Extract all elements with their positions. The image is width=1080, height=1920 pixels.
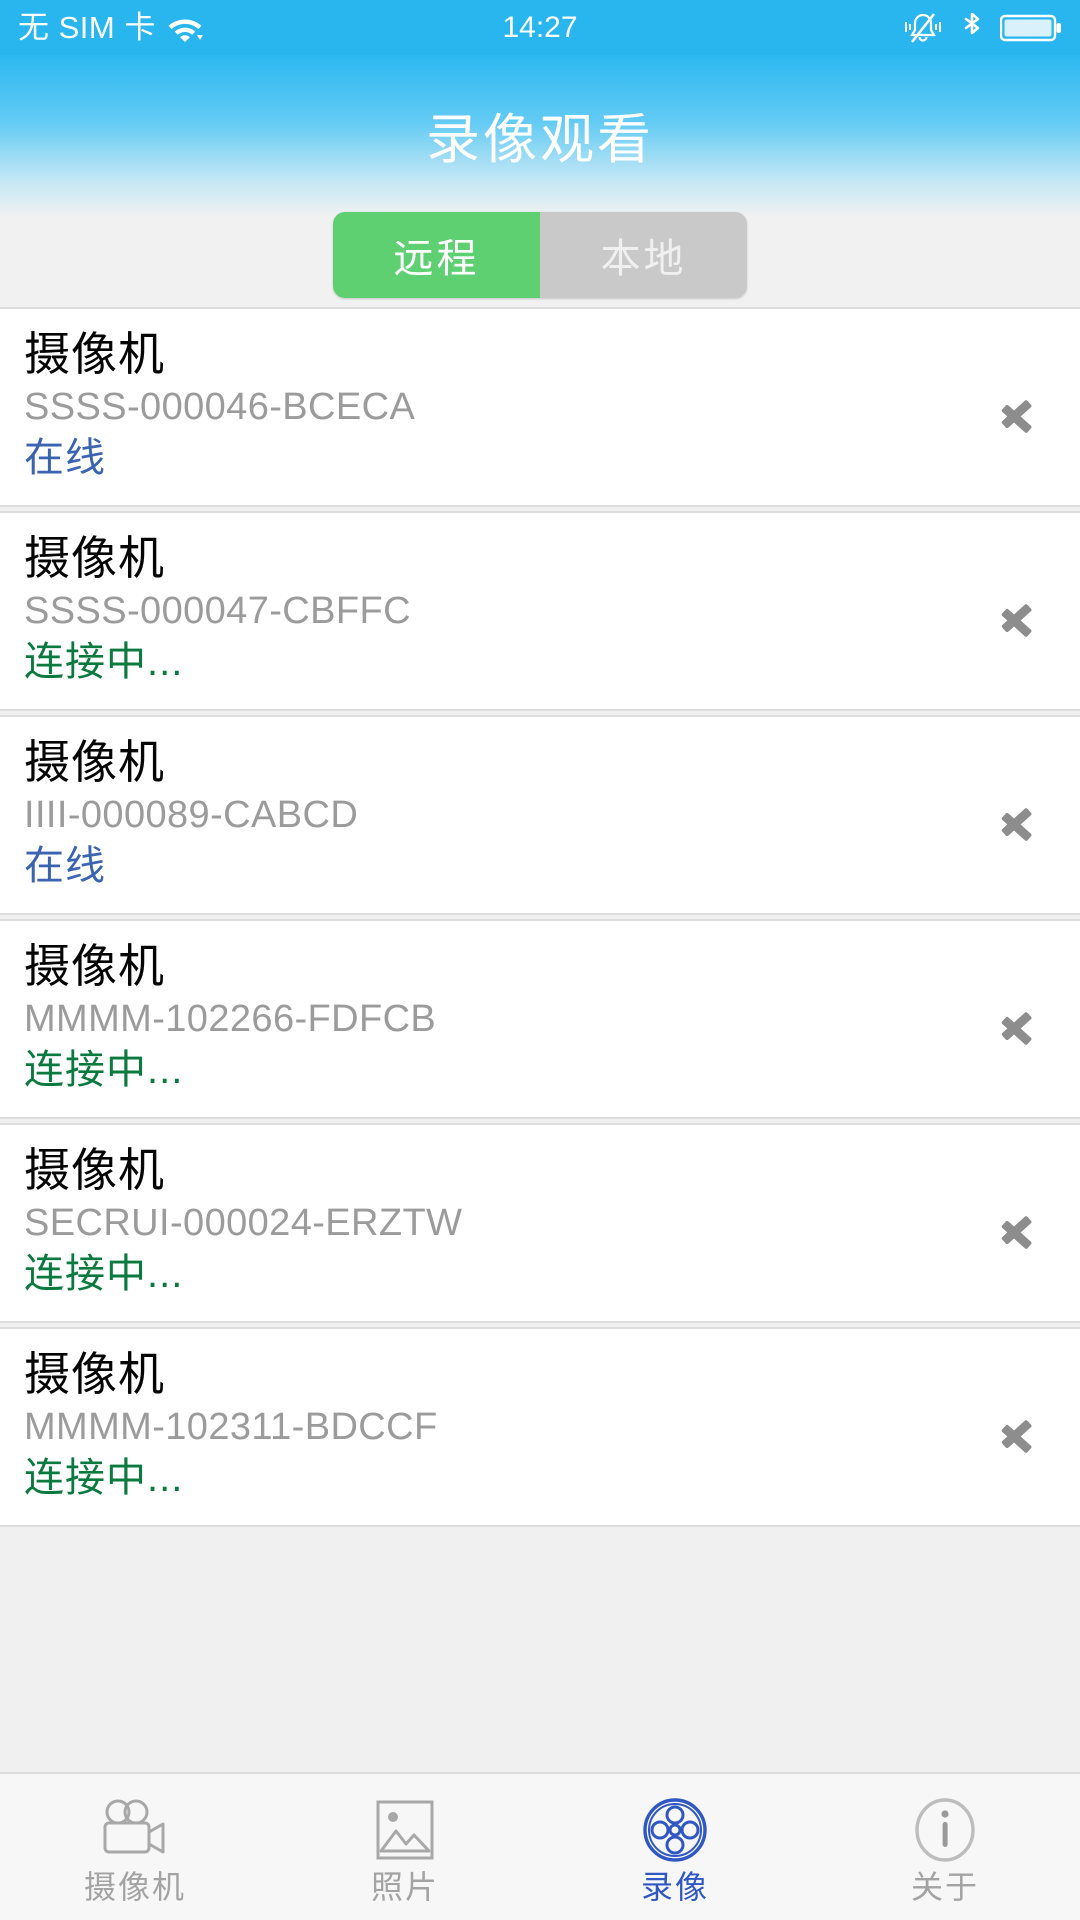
camera-name: 摄像机 [24, 940, 165, 992]
camera-name: 摄像机 [24, 1144, 165, 1196]
segment-remote[interactable]: 远程 [333, 212, 540, 298]
camera-id: IIII-000089-CABCD [24, 794, 359, 837]
chevron-right-icon[interactable] [996, 387, 1042, 445]
film-reel-icon [642, 1797, 708, 1863]
app-header: 录像观看 [0, 55, 1080, 215]
camera-status-badge: 连接中... [24, 1251, 184, 1296]
battery-full-icon [1000, 13, 1062, 43]
wifi-icon [166, 13, 204, 43]
camera-list-item[interactable]: 摄像机 SECRUI-000024-ERZTW 连接中... [0, 1123, 1080, 1323]
camera-status-badge: 连接中... [24, 639, 184, 684]
camera-status-badge: 在线 [24, 435, 106, 480]
tab-label: 录像 [640, 1869, 709, 1905]
tab-recordings[interactable]: 录像 [540, 1774, 810, 1920]
camera-name: 摄像机 [24, 328, 165, 380]
camera-info: 摄像机 MMMM-102311-BDCCF 连接中... [24, 1347, 996, 1503]
chevron-right-icon[interactable] [996, 1407, 1042, 1465]
status-bar: 无 SIM 卡 14:27 [0, 0, 1080, 55]
camera-list-item[interactable]: 摄像机 IIII-000089-CABCD 在线 [0, 715, 1080, 915]
camera-status-badge: 连接中... [24, 1047, 184, 1092]
vibrate-mute-icon [902, 11, 944, 45]
camera-status-badge: 在线 [24, 843, 106, 888]
bottom-tab-bar: 摄像机 照片 录像 关于 [0, 1772, 1080, 1920]
tab-cameras[interactable]: 摄像机 [0, 1774, 270, 1920]
camera-list-item[interactable]: 摄像机 MMMM-102266-FDFCB 连接中... [0, 919, 1080, 1119]
camera-list-item[interactable]: 摄像机 MMMM-102311-BDCCF 连接中... [0, 1327, 1080, 1527]
camera-name: 摄像机 [24, 532, 165, 584]
chevron-right-icon[interactable] [996, 1203, 1042, 1261]
tab-label: 关于 [910, 1869, 979, 1905]
camera-name: 摄像机 [24, 1348, 165, 1400]
camera-id: SSSS-000046-BCECA [24, 386, 416, 429]
info-icon [912, 1797, 978, 1863]
tab-about[interactable]: 关于 [810, 1774, 1080, 1920]
segment-local[interactable]: 本地 [540, 212, 747, 298]
camera-info: 摄像机 MMMM-102266-FDFCB 连接中... [24, 939, 996, 1095]
chevron-right-icon[interactable] [996, 591, 1042, 649]
camera-info: 摄像机 SECRUI-000024-ERZTW 连接中... [24, 1143, 996, 1299]
page-title: 录像观看 [426, 110, 654, 170]
camera-id: SSSS-000047-CBFFC [24, 590, 411, 633]
bluetooth-icon [958, 10, 986, 46]
carrier-label: 无 SIM 卡 [18, 10, 156, 45]
camera-info: 摄像机 SSSS-000046-BCECA 在线 [24, 327, 996, 483]
tab-label: 摄像机 [83, 1869, 186, 1905]
status-bar-left: 无 SIM 卡 [18, 12, 502, 43]
camera-list-item[interactable]: 摄像机 SSSS-000047-CBFFC 连接中... [0, 511, 1080, 711]
camera-list[interactable]: 摄像机 SSSS-000046-BCECA 在线 摄像机 SSSS-000047… [0, 307, 1080, 1772]
camera-status-badge: 连接中... [24, 1455, 184, 1500]
camera-info: 摄像机 SSSS-000047-CBFFC 连接中... [24, 531, 996, 687]
camera-info: 摄像机 IIII-000089-CABCD 在线 [24, 735, 996, 891]
tab-label: 照片 [370, 1869, 439, 1905]
tab-photos[interactable]: 照片 [270, 1774, 540, 1920]
camera-id: SECRUI-000024-ERZTW [24, 1202, 463, 1245]
chevron-right-icon[interactable] [996, 795, 1042, 853]
phone-screen: 无 SIM 卡 14:27 录像观看 远程 本地 摄像机 SSSS-000046… [0, 0, 1080, 1920]
camera-list-item[interactable]: 摄像机 SSSS-000046-BCECA 在线 [0, 307, 1080, 507]
segmented-control[interactable]: 远程 本地 [333, 212, 747, 298]
camera-id: MMMM-102266-FDFCB [24, 998, 437, 1041]
clock-label: 14:27 [502, 10, 578, 44]
camera-id: MMMM-102311-BDCCF [24, 1406, 438, 1449]
segmented-control-container: 远程 本地 [0, 212, 1080, 307]
status-bar-right [578, 10, 1062, 46]
photo-icon [374, 1797, 436, 1863]
camera-name: 摄像机 [24, 736, 165, 788]
status-bar-center: 14:27 [502, 10, 578, 44]
chevron-right-icon[interactable] [996, 999, 1042, 1057]
camcorder-icon [96, 1797, 174, 1863]
